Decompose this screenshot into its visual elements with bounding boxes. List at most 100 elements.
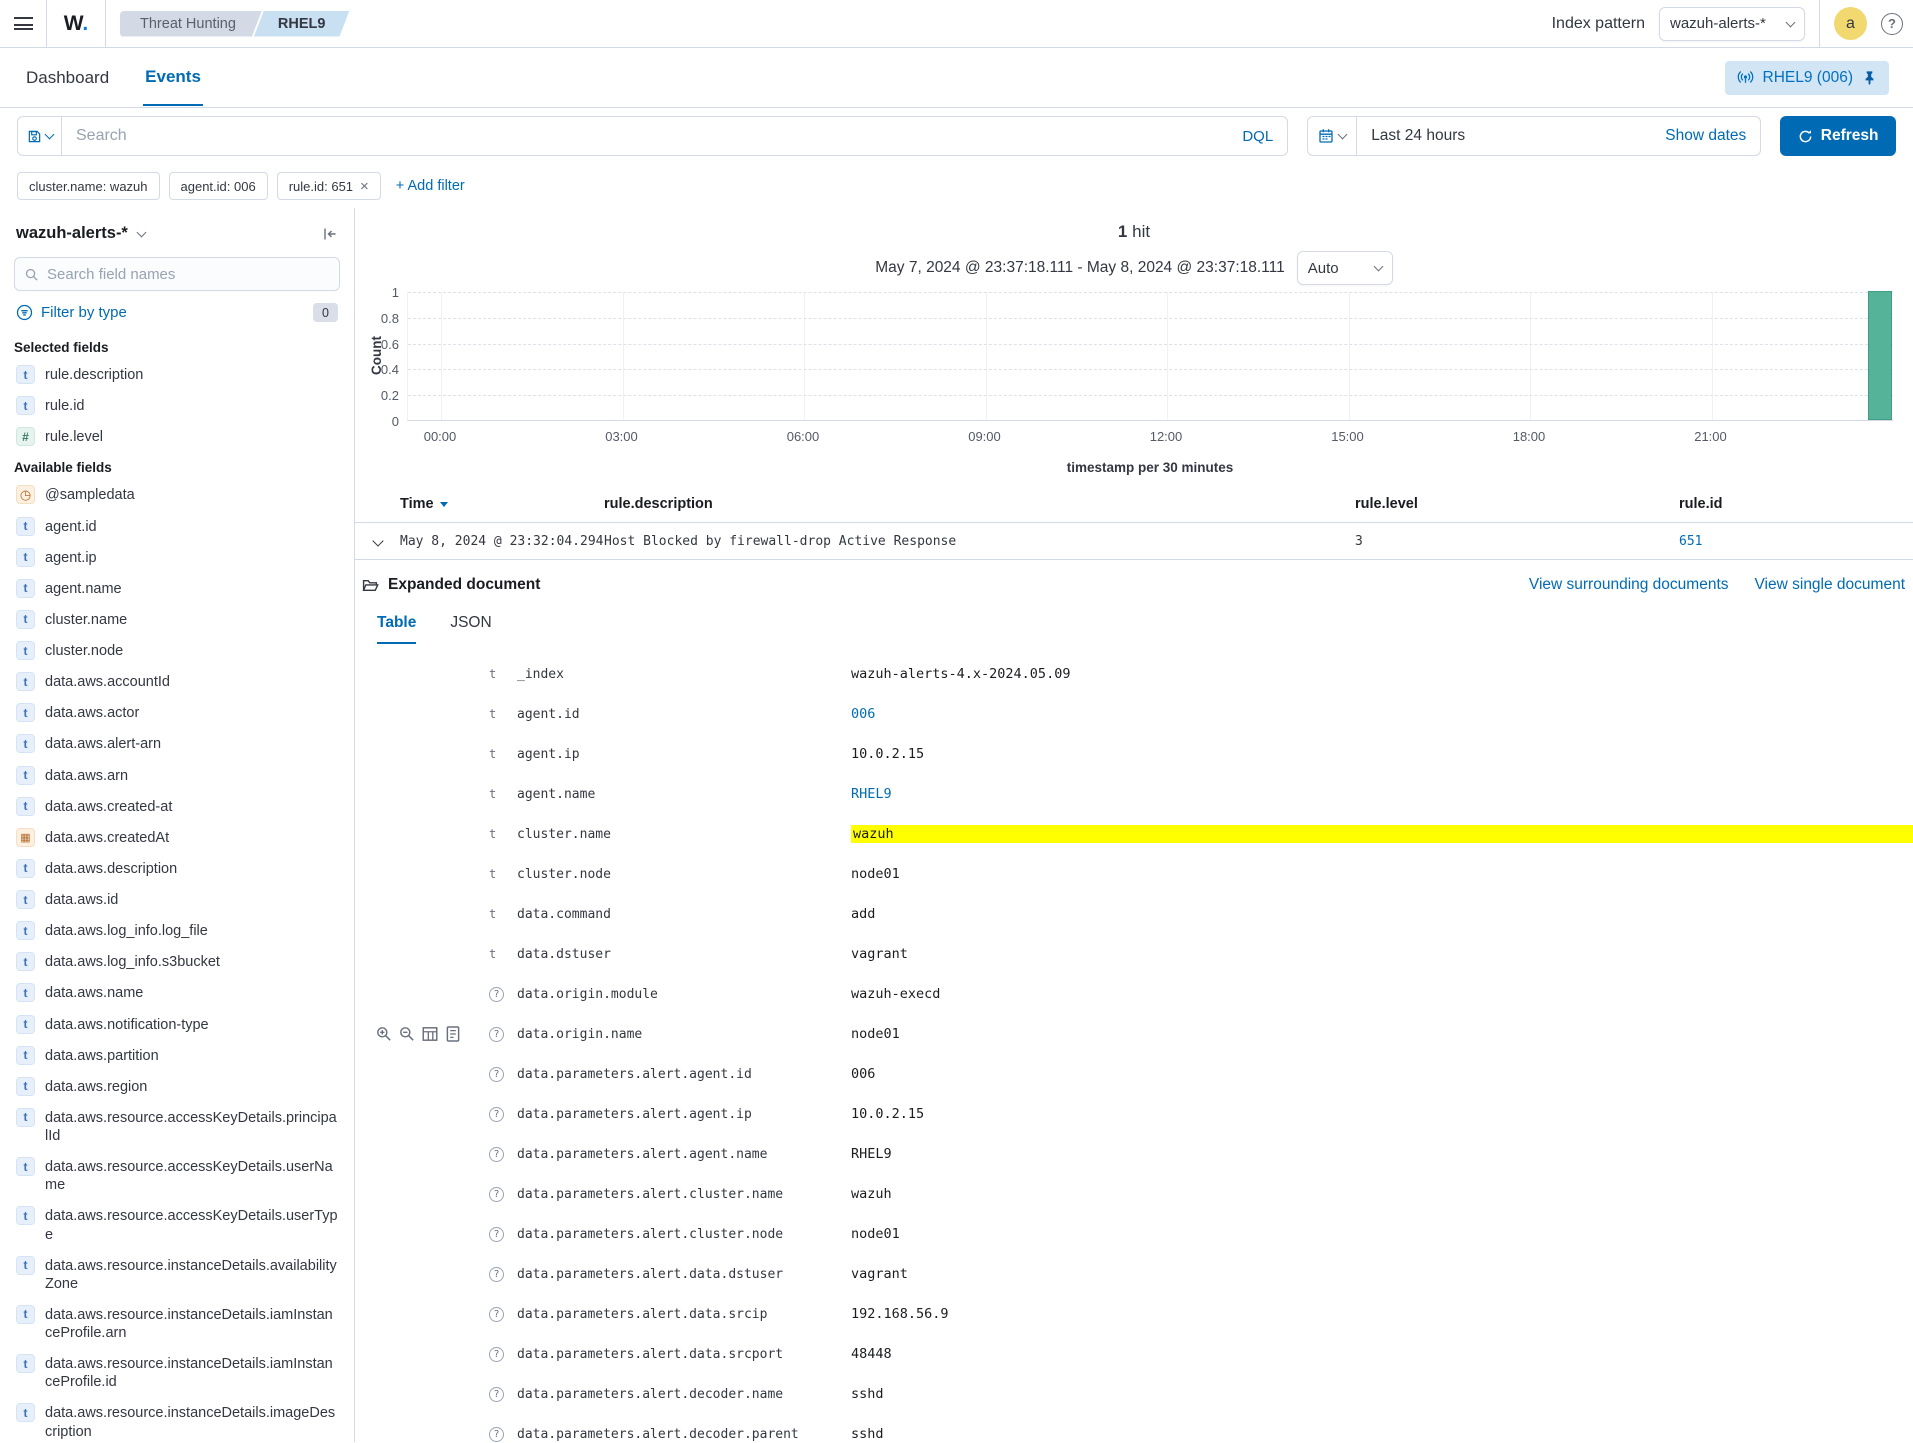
- field-list-item[interactable]: t rule.description: [14, 359, 340, 390]
- document-field-name: data.parameters.alert.agent.name: [517, 1147, 851, 1162]
- time-range-value[interactable]: Last 24 hours: [1357, 127, 1479, 145]
- field-type-icon: #: [16, 427, 35, 446]
- refresh-label: Refresh: [1821, 127, 1879, 145]
- field-name: rule.description: [45, 365, 143, 384]
- agent-pinned-badge[interactable]: RHEL9 (006): [1725, 61, 1889, 95]
- field-name: data.aws.accountId: [45, 672, 170, 691]
- filter-pill[interactable]: cluster.name: wazuh: [17, 172, 160, 200]
- breadcrumb-agent[interactable]: RHEL9: [254, 11, 350, 37]
- refresh-icon: [1798, 129, 1813, 144]
- field-list-item[interactable]: t data.aws.region: [14, 1071, 340, 1102]
- menu-button[interactable]: [0, 0, 46, 47]
- chevron-down-icon: [1786, 17, 1796, 27]
- event-rule-id-link[interactable]: 651: [1679, 534, 1913, 549]
- field-list-item[interactable]: t cluster.node: [14, 635, 340, 666]
- column-rule-id[interactable]: rule.id: [1679, 496, 1913, 512]
- field-list-item[interactable]: t data.aws.notification-type: [14, 1009, 340, 1040]
- saved-queries-button[interactable]: [18, 117, 62, 155]
- collapse-sidebar-icon[interactable]: [322, 226, 338, 242]
- query-language-button[interactable]: DQL: [1228, 128, 1287, 145]
- field-list-item[interactable]: t data.aws.partition: [14, 1040, 340, 1071]
- field-list-item[interactable]: t data.aws.resource.instanceDetails.avai…: [14, 1250, 340, 1299]
- field-list-item[interactable]: t rule.id: [14, 390, 340, 421]
- sort-desc-icon[interactable]: [440, 502, 448, 507]
- filter-out-value-icon[interactable]: [398, 1025, 416, 1043]
- field-list-item[interactable]: t data.aws.log_info.log_file: [14, 915, 340, 946]
- tab-dashboard[interactable]: Dashboard: [24, 50, 111, 105]
- wazuh-logo[interactable]: W.: [47, 12, 105, 36]
- field-list-item[interactable]: t data.aws.arn: [14, 760, 340, 791]
- pin-icon[interactable]: [1862, 70, 1877, 85]
- field-type-icon: t: [16, 1015, 35, 1034]
- x-axis-ticks: 00:0003:0006:0009:0012:0015:0018:0021:00: [407, 429, 1893, 447]
- document-field-name: data.parameters.alert.cluster.node: [517, 1227, 851, 1242]
- field-name: data.aws.resource.accessKeyDetails.userN…: [45, 1157, 338, 1194]
- show-dates-link[interactable]: Show dates: [1665, 127, 1760, 145]
- field-type-icon: t: [16, 579, 35, 598]
- column-time-label: Time: [400, 496, 434, 512]
- field-list-item[interactable]: t data.aws.resource.instanceDetails.iamI…: [14, 1299, 340, 1348]
- field-list-item[interactable]: t data.aws.name: [14, 977, 340, 1008]
- field-list-item[interactable]: t data.aws.resource.accessKeyDetails.use…: [14, 1200, 340, 1249]
- filter-pill[interactable]: agent.id: 006: [169, 172, 268, 200]
- field-list-item[interactable]: t data.aws.resource.instanceDetails.imag…: [14, 1397, 340, 1442]
- field-search: [14, 257, 340, 291]
- column-rule-level[interactable]: rule.level: [1355, 496, 1679, 512]
- field-list-item[interactable]: t data.aws.resource.accessKeyDetails.use…: [14, 1151, 340, 1200]
- save-icon: [27, 129, 42, 144]
- field-type-icon: ?: [489, 1227, 504, 1242]
- interval-select[interactable]: Auto: [1297, 251, 1393, 285]
- field-name: data.aws.actor: [45, 703, 139, 722]
- quick-select-button[interactable]: [1308, 117, 1357, 155]
- refresh-button[interactable]: Refresh: [1780, 116, 1896, 156]
- field-list-item[interactable]: t data.aws.actor: [14, 697, 340, 728]
- field-list-item[interactable]: t data.aws.resource.instanceDetails.iamI…: [14, 1348, 340, 1397]
- field-list-item[interactable]: t data.aws.description: [14, 853, 340, 884]
- column-rule-description[interactable]: rule.description: [604, 496, 1355, 512]
- field-list-item[interactable]: ▦ data.aws.createdAt: [14, 822, 340, 853]
- field-type-icon: t: [16, 983, 35, 1002]
- histogram-bar[interactable]: [1868, 291, 1892, 420]
- field-list-item[interactable]: t data.aws.log_info.s3bucket: [14, 946, 340, 977]
- document-field-value: sshd: [851, 1426, 1913, 1442]
- avatar[interactable]: a: [1834, 7, 1867, 40]
- field-list-item[interactable]: t data.aws.resource.accessKeyDetails.pri…: [14, 1102, 340, 1151]
- filter-by-type-link[interactable]: Filter by type: [41, 304, 127, 321]
- gridline: [1530, 292, 1531, 420]
- breadcrumb-threat-hunting[interactable]: Threat Hunting: [120, 11, 262, 37]
- search-input[interactable]: [62, 127, 1228, 145]
- help-icon[interactable]: ?: [1881, 13, 1903, 35]
- x-tick: 21:00: [1694, 429, 1727, 444]
- document-field-name: data.parameters.alert.data.srcport: [517, 1347, 851, 1362]
- tab-table[interactable]: Table: [377, 614, 416, 644]
- field-list-item[interactable]: ◷ @sampledata: [14, 479, 340, 510]
- remove-filter-icon[interactable]: ×: [360, 178, 369, 195]
- expand-row-icon[interactable]: [372, 535, 383, 546]
- field-type-icon: t: [16, 734, 35, 753]
- tab-events[interactable]: Events: [143, 49, 203, 106]
- field-list-item[interactable]: t data.aws.created-at: [14, 791, 340, 822]
- add-filter-link[interactable]: + Add filter: [396, 178, 465, 194]
- field-list-item[interactable]: t agent.name: [14, 573, 340, 604]
- view-single-document-link[interactable]: View single document: [1755, 576, 1906, 594]
- filter-for-value-icon[interactable]: [375, 1025, 393, 1043]
- field-list-item[interactable]: t agent.id: [14, 511, 340, 542]
- field-list-item[interactable]: # rule.level: [14, 421, 340, 452]
- view-surrounding-documents-link[interactable]: View surrounding documents: [1529, 576, 1729, 594]
- document-field-row: t cluster.name wazuh: [355, 814, 1913, 854]
- filter-pill[interactable]: rule.id: 651 ×: [277, 172, 381, 200]
- gridline: [623, 292, 624, 420]
- tab-json[interactable]: JSON: [450, 614, 491, 644]
- sidebar-index-pattern[interactable]: wazuh-alerts-*: [16, 224, 128, 243]
- field-search-input[interactable]: [47, 266, 330, 283]
- toggle-column-icon[interactable]: [421, 1025, 439, 1043]
- field-list-item[interactable]: t data.aws.accountId: [14, 666, 340, 697]
- filter-field-present-icon[interactable]: [444, 1025, 462, 1043]
- column-time[interactable]: Time: [400, 496, 604, 512]
- field-type-icon: t: [16, 859, 35, 878]
- index-pattern-select[interactable]: wazuh-alerts-*: [1659, 7, 1805, 41]
- field-list-item[interactable]: t data.aws.id: [14, 884, 340, 915]
- field-list-item[interactable]: t agent.ip: [14, 542, 340, 573]
- field-list-item[interactable]: t cluster.name: [14, 604, 340, 635]
- field-list-item[interactable]: t data.aws.alert-arn: [14, 728, 340, 759]
